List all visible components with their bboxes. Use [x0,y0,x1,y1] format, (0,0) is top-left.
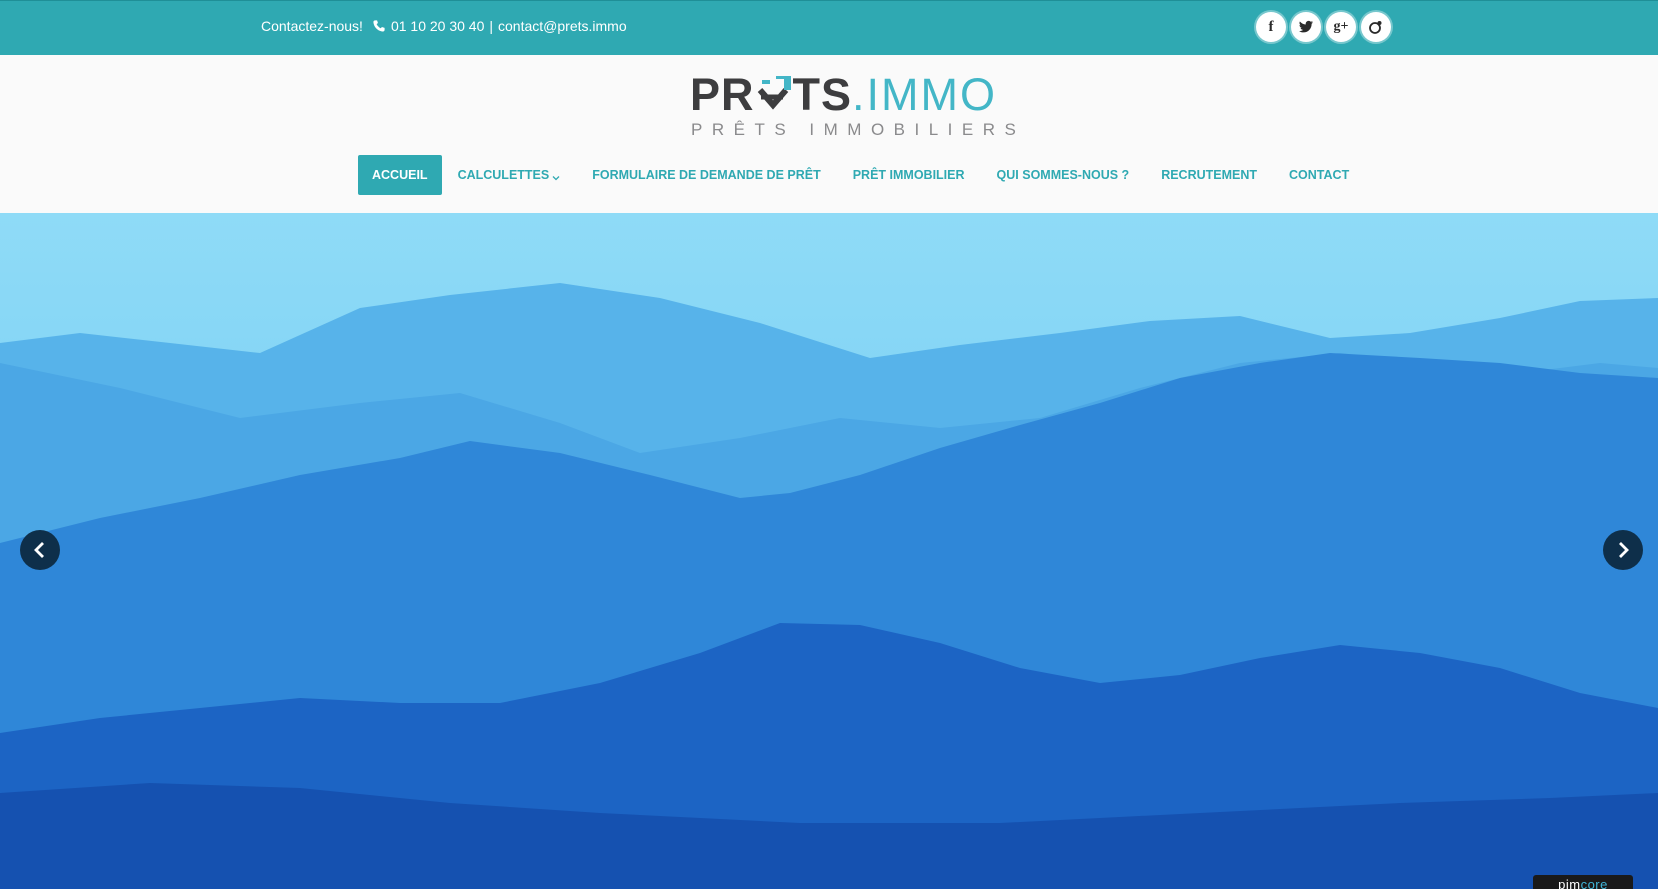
chevron-down-icon [552,171,560,181]
twitter-icon[interactable] [1291,12,1321,42]
nav-item-qui-sommes-nous[interactable]: QUI SOMMES-NOUS ? [981,155,1146,195]
hero-slider: pimcore [0,213,1658,889]
slider-prev-button[interactable] [20,530,60,570]
phone-icon [372,19,386,33]
contact-separator: | [489,18,494,34]
slider-next-button[interactable] [1603,530,1643,570]
logo-text-part2: TS [792,69,853,120]
nav-item-calculettes[interactable]: CALCULETTES [442,155,577,195]
hero-mountain-image [0,213,1658,889]
nav-item-contact[interactable]: CONTACT [1273,155,1365,195]
nav-item-formulaire[interactable]: FORMULAIRE DE DEMANDE DE PRÊT [576,155,836,195]
main-nav: ACCUEIL CALCULETTES FORMULAIRE DE DEMAND… [358,155,1365,195]
top-bar: Contactez-nous! 01 10 20 30 40 | contact… [0,0,1658,55]
nav-item-recrutement[interactable]: RECRUTEMENT [1145,155,1273,195]
chevron-left-icon [34,542,44,558]
phone-number[interactable]: 01 10 20 30 40 [391,18,484,34]
site-header: PR TS .IMMO PRÊTS IMMOBILIERS ACCUEIL CA… [0,55,1658,213]
logo-tagline: PRÊTS IMMOBILIERS [691,120,1026,139]
pimcore-badge[interactable]: pimcore [1533,875,1633,889]
logo-house-icon [756,75,792,116]
facebook-icon[interactable]: f [1256,12,1286,42]
social-links: f g+ [1256,12,1391,42]
dribbble-icon[interactable] [1361,12,1391,42]
logo-text-part3: .IMMO [852,69,998,120]
nav-item-accueil[interactable]: ACCUEIL [358,155,442,195]
chevron-right-icon [1619,542,1629,558]
logo-wordmark: PR TS .IMMO [690,70,997,120]
contact-lead: Contactez-nous! [261,18,363,34]
site-logo[interactable]: PR TS .IMMO PRÊTS IMMOBILIERS [690,70,1016,144]
contact-info: Contactez-nous! 01 10 20 30 40 | contact… [261,18,627,34]
google-plus-icon[interactable]: g+ [1326,12,1356,42]
email-link[interactable]: contact@prets.immo [498,18,627,34]
nav-item-pret-immobilier[interactable]: PRÊT IMMOBILIER [837,155,981,195]
logo-text-part1: PR [690,69,755,120]
